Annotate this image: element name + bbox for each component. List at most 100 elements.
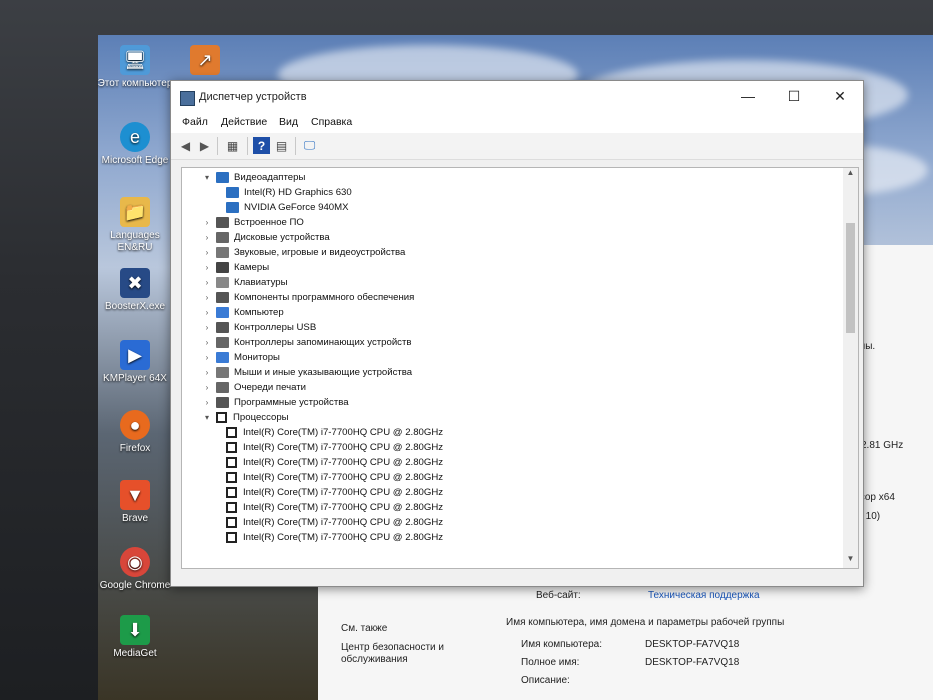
- help-icon[interactable]: ?: [253, 137, 270, 154]
- display-adapter-icon: [226, 202, 239, 213]
- tree-device[interactable]: Intel(R) HD Graphics 630: [226, 185, 352, 200]
- chevron-right-icon[interactable]: ›: [202, 233, 212, 242]
- chrome-icon: ◉: [120, 547, 150, 577]
- chevron-right-icon[interactable]: ›: [202, 278, 212, 287]
- toolbar-separator: [295, 137, 296, 155]
- desktop-icon-label: KMPlayer 64X: [103, 373, 167, 384]
- tree-device[interactable]: Intel(R) Core(TM) i7-7700HQ CPU @ 2.80GH…: [226, 440, 443, 455]
- tree-device[interactable]: Intel(R) Core(TM) i7-7700HQ CPU @ 2.80GH…: [226, 455, 443, 470]
- monitor-icon[interactable]: 🖵: [301, 137, 318, 154]
- tree-item-label: Intel(R) Core(TM) i7-7700HQ CPU @ 2.80GH…: [243, 442, 444, 453]
- desktop-icon-brave[interactable]: ▼ Brave: [95, 480, 175, 525]
- chevron-right-icon[interactable]: ›: [202, 218, 212, 227]
- processor-icon: [216, 412, 227, 423]
- tree-device[interactable]: Intel(R) Core(TM) i7-7700HQ CPU @ 2.80GH…: [226, 515, 443, 530]
- maximize-button[interactable]: ☐: [771, 81, 817, 111]
- tree-category[interactable]: ▾ Процессоры: [202, 410, 289, 425]
- chevron-right-icon[interactable]: ›: [202, 338, 212, 347]
- tree-category[interactable]: ▾ Видеоадаптеры: [202, 170, 305, 185]
- app-icon: ✖: [120, 268, 150, 298]
- scroll-up-icon[interactable]: ▲: [843, 168, 858, 182]
- tree-device[interactable]: Intel(R) Core(TM) i7-7700HQ CPU @ 2.80GH…: [226, 425, 443, 440]
- tree-category[interactable]: › Компоненты программного обеспечения: [202, 290, 414, 305]
- desktop-icon-kmplayer[interactable]: ▶ KMPlayer 64X: [95, 340, 175, 385]
- desktop-icon-mediaget[interactable]: ⬇ MediaGet: [95, 615, 175, 660]
- storage-controller-icon: [216, 337, 229, 348]
- tree-category[interactable]: › Клавиатуры: [202, 275, 288, 290]
- chevron-right-icon[interactable]: ›: [202, 383, 212, 392]
- chevron-right-icon[interactable]: ›: [202, 263, 212, 272]
- title-bar[interactable]: Диспетчер устройств — ☐ ✕: [171, 81, 863, 113]
- chevron-right-icon[interactable]: ›: [202, 353, 212, 362]
- vertical-scrollbar[interactable]: ▲ ▼: [843, 168, 858, 568]
- tree-category[interactable]: › Контроллеры USB: [202, 320, 316, 335]
- view-icon[interactable]: ▤: [273, 137, 290, 154]
- chevron-right-icon[interactable]: ›: [202, 293, 212, 302]
- full-name-value: DESKTOP-FA7VQ18: [645, 657, 740, 668]
- desktop-icon-firefox[interactable]: ● Firefox: [95, 410, 175, 455]
- tree-item-label: Процессоры: [233, 412, 289, 423]
- tree-item-label: Intel(R) Core(TM) i7-7700HQ CPU @ 2.80GH…: [243, 502, 444, 513]
- tree-device[interactable]: NVIDIA GeForce 940MX: [226, 200, 349, 215]
- chevron-down-icon[interactable]: ▾: [202, 173, 212, 182]
- desktop-icon-chrome[interactable]: ◉ Google Chrome: [95, 547, 175, 592]
- computer-icon: [216, 307, 229, 318]
- processor-icon: [226, 487, 237, 498]
- chevron-right-icon[interactable]: ›: [202, 248, 212, 257]
- tree-item-label: Видеоадаптеры: [234, 172, 306, 183]
- mouse-icon: [216, 367, 229, 378]
- scroll-down-icon[interactable]: ▼: [843, 554, 858, 568]
- tree-category[interactable]: › Мониторы: [202, 350, 280, 365]
- firmware-icon: [216, 217, 229, 228]
- camera-icon: [216, 262, 229, 273]
- desktop-icon-this-pc[interactable]: 🖥 Этот компьютер: [95, 45, 175, 90]
- printer-icon: [216, 382, 229, 393]
- scrollbar-thumb[interactable]: [846, 223, 855, 333]
- tree-category[interactable]: › Мыши и иные указывающие устройства: [202, 365, 412, 380]
- minimize-button[interactable]: —: [725, 81, 771, 111]
- properties-icon[interactable]: ▦: [224, 137, 241, 154]
- toolbar: ◀ ▶ ▦ ? ▤ 🖵: [171, 133, 863, 160]
- tree-item-label: NVIDIA GeForce 940MX: [244, 202, 349, 213]
- tree-category[interactable]: › Очереди печати: [202, 380, 306, 395]
- chevron-right-icon[interactable]: ›: [202, 323, 212, 332]
- tree-category[interactable]: › Камеры: [202, 260, 269, 275]
- chevron-down-icon[interactable]: ▾: [202, 413, 212, 422]
- tree-item-label: Intel(R) Core(TM) i7-7700HQ CPU @ 2.80GH…: [243, 457, 444, 468]
- device-manager-window: Диспетчер устройств — ☐ ✕ Файл Действие …: [170, 80, 864, 587]
- tree-item-label: Мыши и иные указывающие устройства: [234, 367, 413, 378]
- tree-category[interactable]: › Контроллеры запоминающих устройств: [202, 335, 411, 350]
- forward-arrow-icon[interactable]: ▶: [196, 137, 213, 154]
- chevron-right-icon[interactable]: ›: [202, 368, 212, 377]
- back-arrow-icon[interactable]: ◀: [177, 137, 194, 154]
- tree-device[interactable]: Intel(R) Core(TM) i7-7700HQ CPU @ 2.80GH…: [226, 470, 443, 485]
- tree-device[interactable]: Intel(R) Core(TM) i7-7700HQ CPU @ 2.80GH…: [226, 500, 443, 515]
- website-label: Веб-сайт:: [536, 590, 581, 601]
- desktop-icon-label: MediaGet: [113, 648, 157, 659]
- chevron-right-icon[interactable]: ›: [202, 398, 212, 407]
- tree-item-label: Intel(R) Core(TM) i7-7700HQ CPU @ 2.80GH…: [243, 532, 444, 543]
- security-center-link[interactable]: Центр безопасности и обслуживания: [341, 642, 461, 666]
- menu-view[interactable]: Вид: [279, 116, 298, 128]
- edge-icon: e: [120, 122, 150, 152]
- menu-action[interactable]: Действие: [221, 116, 267, 128]
- tree-item-label: Клавиатуры: [234, 277, 288, 288]
- desktop-icon-languages[interactable]: 📁 Languages EN&RU: [95, 197, 175, 254]
- desktop-icon-boosterx[interactable]: ✖ BoosterX.exe: [95, 268, 175, 313]
- tree-device[interactable]: Intel(R) Core(TM) i7-7700HQ CPU @ 2.80GH…: [226, 530, 443, 545]
- tree-category[interactable]: › Компьютер: [202, 305, 284, 320]
- tree-category[interactable]: › Программные устройства: [202, 395, 349, 410]
- menu-file[interactable]: Файл: [182, 116, 208, 128]
- desktop-icon-shortcut[interactable]: ↗: [185, 45, 225, 78]
- desktop-icon-label: Этот компьютер: [97, 78, 173, 89]
- support-link[interactable]: Техническая поддержка: [648, 590, 760, 601]
- desktop-icon-edge[interactable]: e Microsoft Edge: [95, 122, 175, 167]
- tree-category[interactable]: › Звуковые, игровые и видеоустройства: [202, 245, 405, 260]
- menu-help[interactable]: Справка: [311, 116, 352, 128]
- chevron-right-icon[interactable]: ›: [202, 308, 212, 317]
- processor-icon: [226, 427, 237, 438]
- tree-device[interactable]: Intel(R) Core(TM) i7-7700HQ CPU @ 2.80GH…: [226, 485, 443, 500]
- tree-category[interactable]: › Дисковые устройства: [202, 230, 330, 245]
- tree-category[interactable]: › Встроенное ПО: [202, 215, 304, 230]
- close-button[interactable]: ✕: [817, 81, 863, 111]
